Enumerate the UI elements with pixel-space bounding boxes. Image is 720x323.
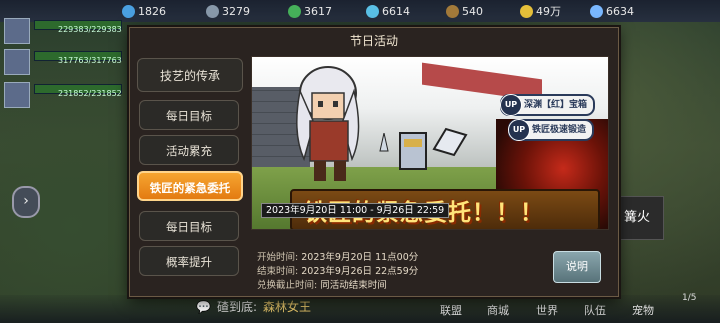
party-member[interactable]: 317763/317763 <box>4 43 124 77</box>
resource-ore: 3279 <box>206 3 250 19</box>
up-badge: UP <box>508 119 530 141</box>
resource-coin: 49万 <box>520 3 561 19</box>
party-panel: 229383/229383 317763/317763 231852/23185… <box>0 0 128 323</box>
resource-leaf: 3617 <box>288 3 332 19</box>
chat-name: 森林女王 <box>263 300 312 314</box>
event-banner: UP 深渊【红】宝箱 UP 铁匠极速锻造 铁匠的紧急委托！！！ 2023年9月2… <box>251 56 609 230</box>
coin-icon <box>520 4 533 18</box>
start-time: 开始时间: 2023年9月20日 11点00分 <box>257 252 419 263</box>
party-member[interactable]: 229383/229383 <box>4 12 124 46</box>
blacksmith-character-icon <box>296 66 360 181</box>
avatar <box>4 49 30 75</box>
avatar <box>4 82 30 108</box>
crystal-icon <box>366 4 379 18</box>
event-date-range: 2023年9月20日 11:00 - 9月26日 22:59 <box>261 203 450 218</box>
end-time: 结束时间: 2023年9月26日 22点59分 <box>257 266 419 277</box>
tab-blacksmith-request[interactable]: 铁匠的紧急委托 <box>137 171 243 201</box>
leaf-icon <box>288 4 301 18</box>
sword-icon <box>379 133 389 152</box>
up-tag-chest: UP 深渊【红】宝箱 <box>500 94 596 116</box>
explain-button[interactable]: 说明 <box>553 251 601 283</box>
tab-cumulative-recharge[interactable]: 活动累充 <box>139 135 239 165</box>
page-indicator: 1/5 <box>682 293 697 303</box>
wood-icon <box>446 4 459 18</box>
bottom-bar <box>0 295 720 323</box>
festival-event-dialog: 节日活动 技艺的传承 每日目标 活动累充 铁匠的紧急委托 每日目标 概率提升 U… <box>129 27 619 297</box>
ore-icon <box>206 4 219 18</box>
dialog-title: 节日活动 <box>349 34 398 48</box>
resource-wood: 540 <box>446 3 483 19</box>
nav-world[interactable]: 世界 <box>536 302 558 318</box>
nav-alliance[interactable]: 联盟 <box>440 302 462 318</box>
avatar <box>4 18 30 44</box>
up-badge: UP <box>500 94 522 116</box>
iron-gauntlet-icon <box>399 132 427 170</box>
expand-arrow-icon[interactable]: › <box>12 186 40 218</box>
hp-text: 317763/317763 <box>58 56 122 65</box>
resource-crystal: 6614 <box>366 3 410 19</box>
hp-text: 229383/229383 <box>58 25 122 34</box>
resource-diamond: 6634 <box>590 3 634 19</box>
diamond-icon <box>590 4 603 18</box>
tab-skill-inheritance[interactable]: 技艺的传承 <box>137 58 243 92</box>
party-member[interactable]: 231852/231852 <box>4 76 124 110</box>
chat-prefix: 碴到底: <box>216 300 257 314</box>
exchange-deadline: 兑换截止时间: 同活动结束时间 <box>257 280 387 291</box>
nav-team[interactable]: 队伍 <box>584 302 606 318</box>
chat-icon: 💬 <box>196 299 211 314</box>
tab-daily-goals-2[interactable]: 每日目标 <box>139 211 239 241</box>
tab-daily-goals[interactable]: 每日目标 <box>139 100 239 130</box>
hp-text: 231852/231852 <box>58 89 122 98</box>
nav-shop[interactable]: 商城 <box>487 302 509 318</box>
chat-line[interactable]: 💬 碴到底: 森林女王 <box>196 298 311 315</box>
nav-pet[interactable]: 宠物 <box>632 302 654 318</box>
iron-ingot-icon <box>432 127 468 157</box>
up-tag-forge: UP 铁匠极速锻造 <box>508 119 595 141</box>
resource-gem: 1826 <box>122 3 166 19</box>
tab-probability-up[interactable]: 概率提升 <box>139 246 239 276</box>
